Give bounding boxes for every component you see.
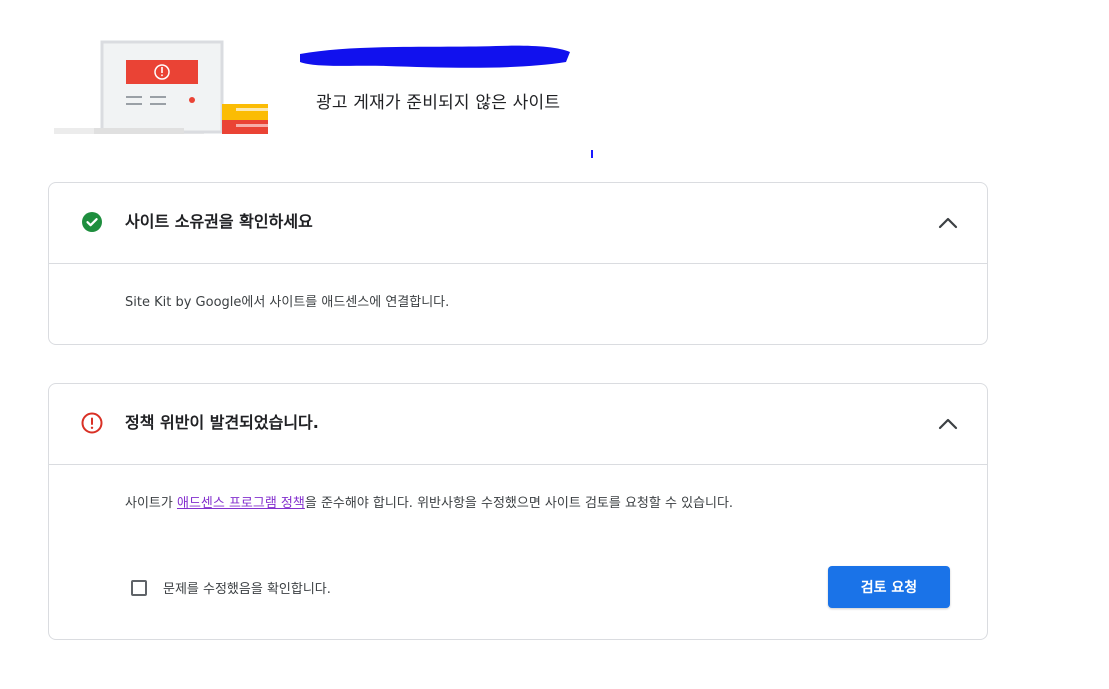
- policy-text-suffix: 을 준수해야 합니다. 위반사항을 수정했으면 사이트 검토를 요청할 수 있습…: [304, 496, 734, 511]
- ownership-card-title: 사이트 소유권을 확인하세요: [125, 212, 313, 231]
- confirm-fix-row: 문제를 수정했음을 확인합니다.: [131, 578, 331, 597]
- site-illustration: [54, 40, 274, 140]
- confirm-fix-label[interactable]: 문제를 수정했음을 확인합니다.: [163, 578, 331, 597]
- policy-violation-card: 정책 위반이 발견되었습니다. 사이트가 애드센스 프로그램 정책을 준수해야 …: [48, 383, 988, 640]
- adsense-policy-link[interactable]: 애드센스 프로그램 정책: [177, 496, 305, 511]
- chevron-up-icon[interactable]: [937, 414, 959, 434]
- error-circle-icon: [81, 412, 103, 434]
- site-status-text: 광고 게재가 준비되지 않은 사이트: [316, 93, 561, 113]
- ownership-card-header[interactable]: 사이트 소유권을 확인하세요: [49, 183, 987, 264]
- check-circle-icon: [81, 211, 103, 233]
- confirm-fix-checkbox[interactable]: [131, 579, 147, 596]
- redacted-site-name: [296, 40, 572, 74]
- ownership-card: 사이트 소유권을 확인하세요 Site Kit by Google에서 사이트를…: [48, 182, 988, 345]
- policy-card-title: 정책 위반이 발견되었습니다.: [125, 413, 319, 432]
- text-cursor: [591, 150, 593, 158]
- policy-card-description: 사이트가 애드센스 프로그램 정책을 준수해야 합니다. 위반사항을 수정했으면…: [125, 494, 733, 514]
- policy-text-prefix: 사이트가: [125, 496, 177, 511]
- policy-card-header[interactable]: 정책 위반이 발견되었습니다.: [49, 384, 987, 465]
- ownership-card-description: Site Kit by Google에서 사이트를 애드센스에 연결합니다.: [125, 295, 450, 310]
- request-review-button[interactable]: 검토 요청: [828, 566, 950, 608]
- chevron-up-icon[interactable]: [937, 213, 959, 233]
